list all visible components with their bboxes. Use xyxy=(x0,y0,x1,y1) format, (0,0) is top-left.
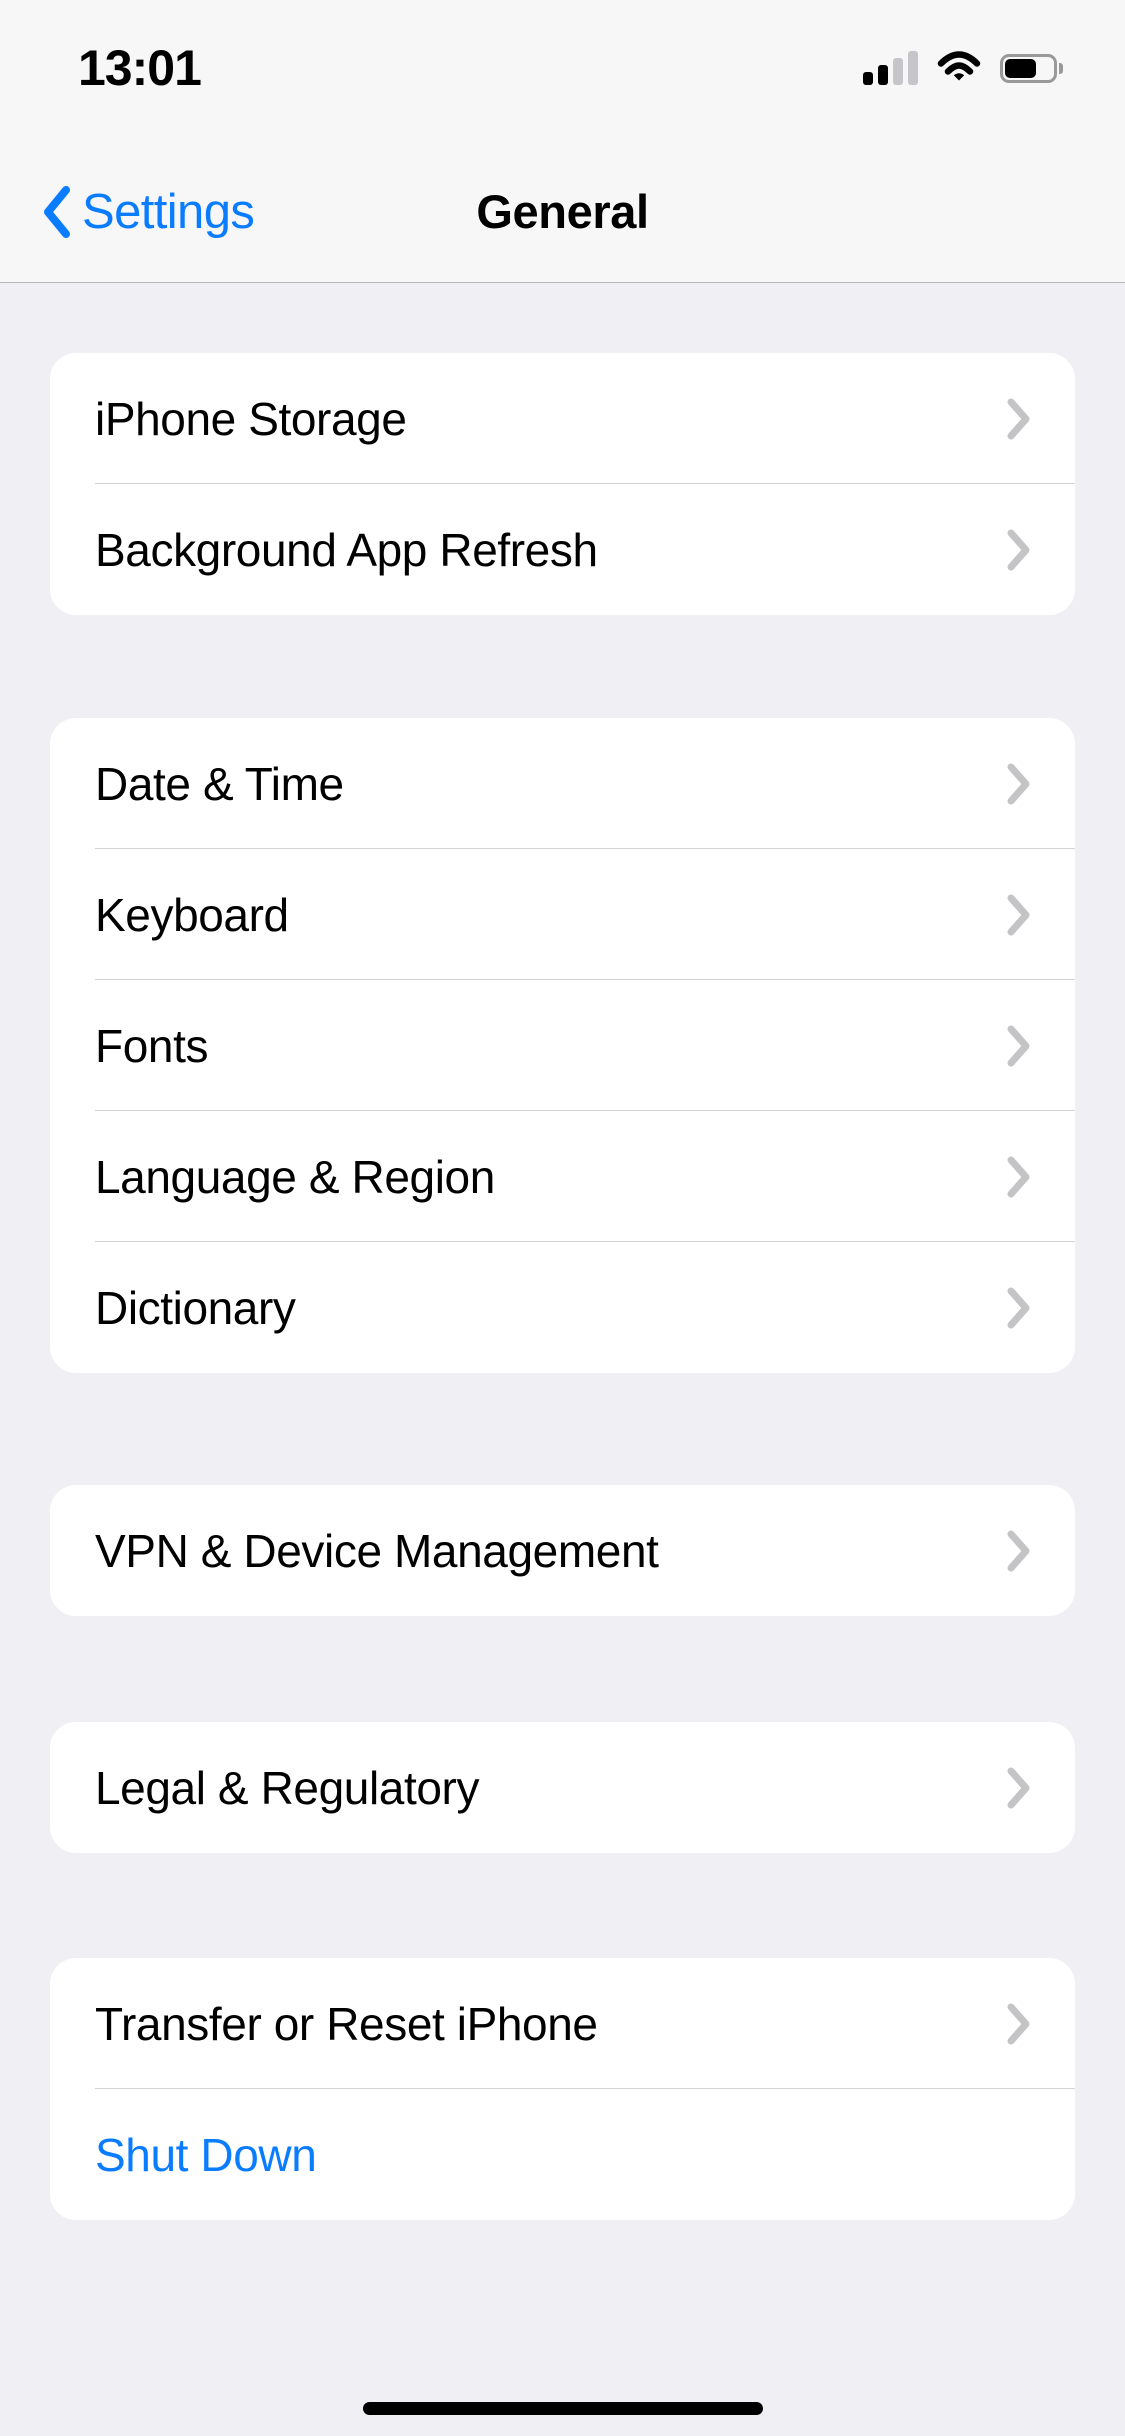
chevron-right-icon xyxy=(1007,1767,1030,1808)
iphone-screen: 13:01 General Settings iPhone Storage Ba… xyxy=(0,0,1125,2436)
battery-fill xyxy=(1005,58,1037,78)
chevron-right-icon xyxy=(1007,1025,1030,1066)
list-item[interactable]: Background App Refresh xyxy=(50,484,1075,615)
cellular-bar-2 xyxy=(878,65,888,85)
list-item[interactable]: Legal & Regulatory xyxy=(50,1722,1075,1853)
list-item[interactable]: Date & Time xyxy=(50,718,1075,849)
battery-tip xyxy=(1059,62,1063,74)
status-bar-clock: 13:01 xyxy=(78,40,202,96)
cellular-bar-3 xyxy=(893,58,903,85)
list-item-label: Language & Region xyxy=(95,1150,495,1203)
list-item[interactable]: Dictionary xyxy=(50,1242,1075,1373)
chevron-right-icon xyxy=(1007,2003,1030,2044)
settings-list[interactable]: iPhone Storage Background App Refresh Date… xyxy=(0,283,1125,2436)
list-item[interactable]: Transfer or Reset iPhone xyxy=(50,1958,1075,2089)
list-item[interactable]: Shut Down xyxy=(50,2089,1075,2220)
status-bar-indicators xyxy=(863,40,1063,96)
list-item-label: iPhone Storage xyxy=(95,392,407,445)
list-item[interactable]: Keyboard xyxy=(50,849,1075,980)
list-item-label: Shut Down xyxy=(95,2128,317,2181)
cellular-bar-4 xyxy=(908,51,918,85)
wifi-icon xyxy=(937,51,981,81)
list-item-label: Transfer or Reset iPhone xyxy=(95,1997,598,2050)
storage-group: iPhone Storage Background App Refresh xyxy=(50,353,1075,615)
list-item[interactable]: iPhone Storage xyxy=(50,353,1075,484)
legal-group: Legal & Regulatory xyxy=(50,1722,1075,1853)
chevron-right-icon xyxy=(1007,1287,1030,1328)
list-item[interactable]: VPN & Device Management xyxy=(50,1485,1075,1616)
back-button-label: Settings xyxy=(82,184,255,239)
chevron-right-icon xyxy=(1007,398,1030,439)
home-indicator[interactable] xyxy=(362,2402,763,2415)
chevron-left-icon xyxy=(44,185,70,238)
list-item-label: Dictionary xyxy=(95,1281,296,1334)
list-item[interactable]: Language & Region xyxy=(50,1111,1075,1242)
cellular-bars-icon xyxy=(863,51,918,85)
chevron-right-icon xyxy=(1007,763,1030,804)
list-item-label: Legal & Regulatory xyxy=(95,1761,480,1814)
reset-group: Transfer or Reset iPhone Shut Down xyxy=(50,1958,1075,2220)
list-item-label: Fonts xyxy=(95,1019,209,1072)
localization-group: Date & Time Keyboard Fonts Language & Regio… xyxy=(50,718,1075,1373)
battery-icon xyxy=(1000,53,1063,83)
back-button[interactable]: Settings xyxy=(30,140,272,283)
chevron-right-icon xyxy=(1007,1530,1030,1571)
chevron-right-icon xyxy=(1007,1156,1030,1197)
list-item-label: VPN & Device Management xyxy=(95,1524,659,1577)
battery-shell xyxy=(1000,53,1057,83)
chevron-right-icon xyxy=(1007,529,1030,570)
list-item-label: Keyboard xyxy=(95,888,289,941)
navigation-bar: General Settings xyxy=(0,140,1125,283)
list-item-label: Date & Time xyxy=(95,757,344,810)
status-bar: 13:01 xyxy=(0,0,1125,140)
cellular-bar-1 xyxy=(863,72,873,85)
vpn-group: VPN & Device Management xyxy=(50,1485,1075,1616)
chevron-right-icon xyxy=(1007,894,1030,935)
list-item[interactable]: Fonts xyxy=(50,980,1075,1111)
list-item-label: Background App Refresh xyxy=(95,523,598,576)
